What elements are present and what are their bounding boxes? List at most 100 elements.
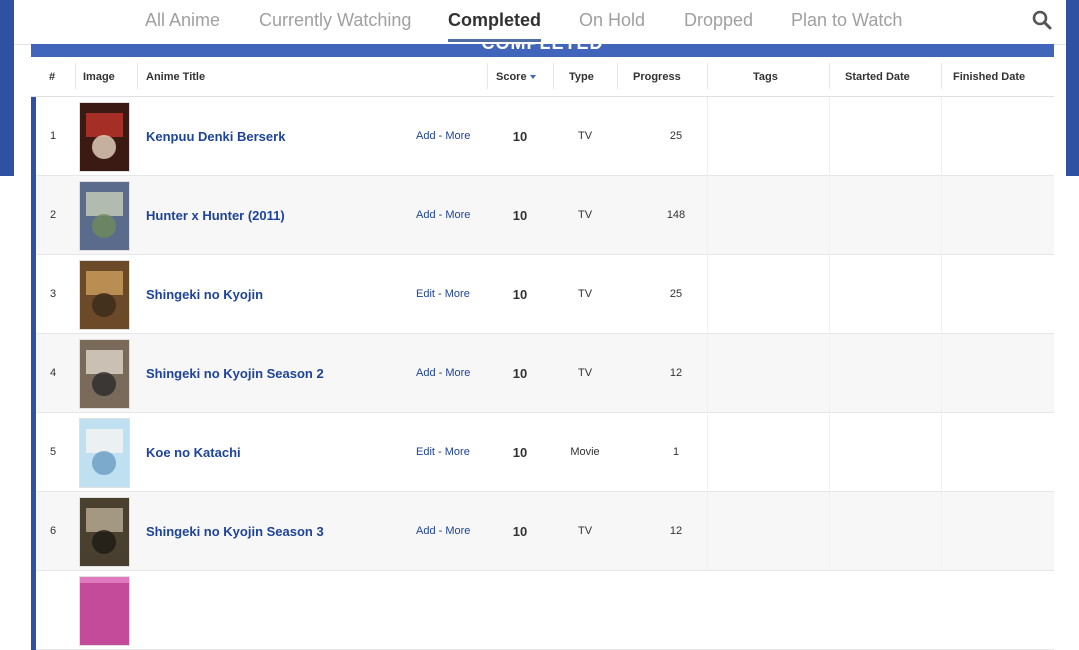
score-value[interactable]: 10 [507,413,533,492]
add-link[interactable]: Add [416,130,436,142]
tab-all-anime[interactable]: All Anime [145,10,220,31]
episode-progress[interactable]: 148 [641,176,711,255]
add-link[interactable]: Add [416,209,436,221]
search-icon[interactable] [1032,10,1056,34]
table-body: 1 Kenpuu Denki Berserk Add - More 10 TV 25 2 Hu… [31,97,1054,650]
status-indicator [31,492,36,571]
anime-title-link[interactable]: Koe no Katachi [146,413,241,492]
header-tags[interactable]: Tags [753,57,778,96]
add-link[interactable]: Add [416,525,436,537]
anime-cover-image[interactable] [79,260,130,330]
header-finished-date[interactable]: Finished Date [953,57,1025,96]
cell-divider [829,334,830,413]
more-link[interactable]: More [445,367,470,379]
table-row: 2 Hunter x Hunter (2011) Add - More 10 TV 148 [31,176,1054,255]
row-number: 1 [49,130,57,142]
cell-divider [707,334,708,413]
add-link[interactable]: Add [416,367,436,379]
episode-progress[interactable]: 12 [641,334,711,413]
row-number: 5 [49,446,57,458]
more-link[interactable]: More [445,130,470,142]
more-link[interactable]: More [445,288,470,300]
score-value[interactable]: 10 [507,492,533,571]
header-number[interactable]: # [49,57,55,96]
score-value[interactable]: 10 [507,334,533,413]
page-background-left [0,0,14,176]
anime-type: Movie [570,446,600,458]
header-divider [553,63,554,89]
status-indicator [31,334,36,413]
table-row-partial [31,571,1054,650]
status-indicator [31,571,36,650]
sort-desc-icon [529,75,536,80]
cell-divider [829,413,830,492]
cell-divider [941,334,942,413]
header-image[interactable]: Image [83,57,115,96]
anime-title-link[interactable]: Shingeki no Kyojin [146,255,263,334]
action-separator: - [435,525,446,537]
list-status-title: COMPLETED [31,44,1054,54]
anime-cover-image[interactable] [79,181,130,251]
anime-cover-image[interactable] [79,102,130,172]
anime-cover-image[interactable] [79,576,130,646]
table-row: 1 Kenpuu Denki Berserk Add - More 10 TV 25 [31,97,1054,176]
cell-divider [941,255,942,334]
cell-divider [707,413,708,492]
episode-progress[interactable]: 25 [641,255,711,334]
table-row: 4 Shingeki no Kyojin Season 2 Add - More 10… [31,334,1054,413]
tab-on-hold[interactable]: On Hold [579,10,645,31]
header-score[interactable]: Score [496,57,536,96]
anime-type: TV [577,367,593,379]
episode-progress[interactable]: 1 [641,413,711,492]
cell-divider [707,492,708,571]
status-indicator [31,413,36,492]
header-divider [829,63,830,89]
action-separator: - [434,288,445,300]
cell-divider [941,97,942,176]
header-type[interactable]: Type [569,57,594,96]
cell-divider [707,176,708,255]
header-divider [137,63,138,89]
row-actions: Add - More [416,334,470,413]
header-progress[interactable]: Progress [633,57,681,96]
anime-title-link[interactable]: Shingeki no Kyojin Season 2 [146,334,324,413]
cell-divider [829,255,830,334]
score-value[interactable]: 10 [507,97,533,176]
header-divider [487,63,488,89]
anime-title-link[interactable]: Hunter x Hunter (2011) [146,176,285,255]
episode-progress[interactable]: 12 [641,492,711,571]
action-separator: - [435,209,446,221]
anime-type: TV [577,525,593,537]
more-link[interactable]: More [445,446,470,458]
page-background-right [1066,0,1079,176]
tab-completed[interactable]: Completed [448,10,542,42]
cell-divider [941,413,942,492]
score-value[interactable]: 10 [507,255,533,334]
anime-title-link[interactable]: Kenpuu Denki Berserk [146,97,285,176]
episode-progress[interactable]: 25 [641,97,711,176]
anime-type: TV [577,130,593,142]
more-link[interactable]: More [445,525,470,537]
anime-cover-image[interactable] [79,497,130,567]
score-value[interactable]: 10 [507,176,533,255]
row-actions: Add - More [416,97,470,176]
tab-currently-watching[interactable]: Currently Watching [259,10,411,31]
more-link[interactable]: More [445,209,470,221]
edit-link[interactable]: Edit [416,288,435,300]
header-anime-title[interactable]: Anime Title [146,57,205,96]
header-started-date[interactable]: Started Date [845,57,910,96]
list-status-header: COMPLETED [31,44,1054,57]
tab-dropped[interactable]: Dropped [684,10,753,31]
anime-type: TV [577,209,593,221]
anime-cover-image[interactable] [79,339,130,409]
cell-divider [707,255,708,334]
tab-plan-to-watch[interactable]: Plan to Watch [791,10,902,31]
anime-title-link[interactable]: Shingeki no Kyojin Season 3 [146,492,324,571]
row-actions: Add - More [416,176,470,255]
edit-link[interactable]: Edit [416,446,435,458]
row-number: 4 [49,367,57,379]
tab-completed-label: Completed [448,10,542,30]
cell-divider [829,176,830,255]
anime-cover-image[interactable] [79,418,130,488]
row-number: 2 [49,209,57,221]
